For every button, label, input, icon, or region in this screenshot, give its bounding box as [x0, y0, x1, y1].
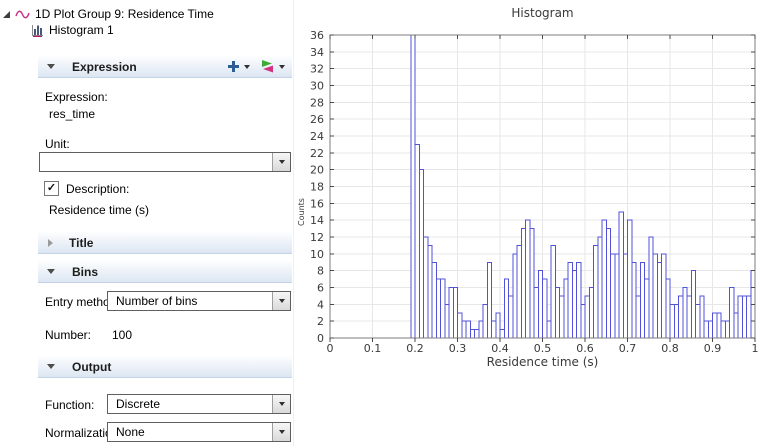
y-tick-label: 36 — [310, 29, 324, 42]
x-tick-label: 0.6 — [576, 342, 594, 355]
y-tick-label: 34 — [310, 46, 324, 59]
x-tick-label: 0.9 — [704, 342, 722, 355]
y-tick-label: 8 — [317, 265, 324, 278]
y-tick-label: 16 — [310, 197, 324, 210]
x-tick-label: 0 — [327, 342, 334, 355]
section-header-output[interactable]: Output — [38, 356, 292, 378]
combobox-dropdown-button[interactable] — [272, 423, 290, 441]
panel-chart-divider — [293, 0, 294, 446]
y-tick-label: 6 — [317, 282, 324, 295]
chart-title: Histogram — [511, 6, 573, 20]
collapse-icon[interactable] — [47, 364, 55, 369]
combobox-dropdown-button[interactable] — [272, 395, 290, 413]
unit-combobox[interactable] — [39, 152, 291, 172]
section-header-bins[interactable]: Bins — [38, 261, 292, 283]
y-tick-label: 30 — [310, 80, 324, 93]
y-tick-label: 18 — [310, 181, 324, 194]
collapse-icon[interactable] — [47, 269, 55, 274]
function-combobox[interactable]: Discrete — [107, 394, 291, 414]
histogram-icon — [31, 24, 44, 37]
number-label: Number: — [45, 328, 91, 342]
section-title: Expression — [72, 60, 137, 74]
y-tick-label: 14 — [310, 214, 324, 227]
section-title: Bins — [72, 265, 98, 279]
number-of-bins-input[interactable] — [103, 326, 298, 344]
description-checkbox[interactable]: ✓ — [44, 181, 59, 196]
add-expression-dropdown-icon[interactable] — [244, 65, 250, 69]
expand-icon[interactable] — [48, 239, 53, 247]
histogram-chart[interactable]: 00.10.20.30.40.50.60.70.80.9102468101214… — [296, 0, 767, 380]
description-field-label: Description: — [66, 182, 129, 196]
y-tick-label: 26 — [310, 113, 324, 126]
tree-node-label: 1D Plot Group 9: Residence Time — [35, 7, 214, 21]
expression-input[interactable] — [40, 105, 299, 123]
function-value: Discrete — [116, 397, 160, 411]
x-tick-label: 0.2 — [406, 342, 424, 355]
tree-node-label: Histogram 1 — [49, 23, 114, 37]
x-tick-label: 0.1 — [364, 342, 382, 355]
unit-field-label: Unit: — [45, 137, 70, 151]
section-title: Output — [72, 360, 111, 374]
normalization-combobox[interactable]: None — [107, 422, 291, 442]
collapse-icon[interactable] — [47, 64, 55, 69]
section-header-expression[interactable]: Expression — [38, 56, 292, 78]
x-tick-label: 0.8 — [661, 342, 679, 355]
y-tick-label: 32 — [310, 63, 324, 76]
add-expression-icon[interactable] — [228, 61, 239, 72]
expression-field-label: Expression: — [45, 90, 108, 104]
x-tick-label: 0.7 — [619, 342, 637, 355]
section-title: Title — [69, 236, 93, 250]
x-tick-label: 0.4 — [491, 342, 509, 355]
y-tick-label: 28 — [310, 96, 324, 109]
y-tick-label: 12 — [310, 231, 324, 244]
y-tick-label: 4 — [317, 298, 324, 311]
sine-wave-icon — [15, 9, 30, 20]
section-header-title[interactable]: Title — [38, 232, 292, 254]
x-tick-label: 0.5 — [534, 342, 552, 355]
tree-node-plot-group[interactable]: 1D Plot Group 9: Residence Time — [3, 6, 214, 22]
tree-expanded-icon[interactable] — [3, 11, 10, 18]
y-tick-label: 10 — [310, 248, 324, 261]
y-tick-label: 0 — [317, 332, 324, 345]
y-tick-label: 2 — [317, 315, 324, 328]
combobox-dropdown-button[interactable] — [272, 292, 290, 310]
x-tick-label: 0.3 — [449, 342, 467, 355]
description-input[interactable] — [40, 201, 299, 219]
function-label: Function: — [45, 398, 94, 412]
x-axis-label: Residence time (s) — [487, 355, 599, 369]
entry-method-combobox[interactable]: Number of bins — [107, 291, 291, 311]
y-tick-label: 20 — [310, 164, 324, 177]
y-tick-label: 22 — [310, 147, 324, 160]
combobox-dropdown-button[interactable] — [272, 153, 290, 171]
replace-expression-dropdown-icon[interactable] — [279, 65, 285, 69]
tree-node-histogram[interactable]: Histogram 1 — [31, 22, 114, 38]
replace-expression-icon[interactable] — [261, 60, 274, 73]
y-tick-label: 24 — [310, 130, 324, 143]
entry-method-value: Number of bins — [116, 294, 197, 308]
x-tick-label: 1 — [752, 342, 759, 355]
y-axis-label: Counts — [297, 198, 306, 226]
normalization-value: None — [116, 425, 145, 439]
